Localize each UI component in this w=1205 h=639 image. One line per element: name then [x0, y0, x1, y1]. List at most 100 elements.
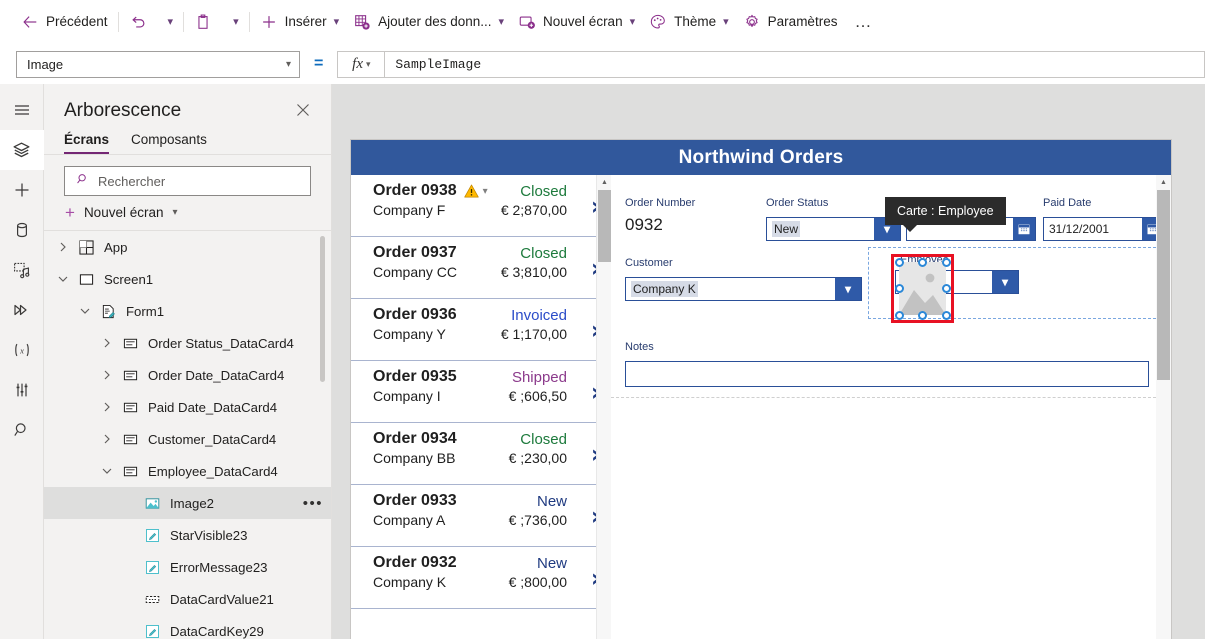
search-input[interactable]: Rechercher — [64, 166, 311, 196]
tree-node-more-button[interactable]: ••• — [303, 495, 323, 512]
advanced-tools-icon[interactable] — [0, 370, 44, 410]
hamburger-icon[interactable] — [0, 90, 44, 130]
app-title-bar: Northwind Orders — [351, 140, 1171, 175]
twisty-icon[interactable] — [96, 402, 118, 412]
twisty-icon[interactable] — [96, 338, 118, 348]
back-button[interactable]: Précédent — [14, 6, 115, 38]
customer-value: Company K — [631, 281, 698, 297]
gallery-row[interactable]: Order 0934ClosedCompany BB€ ;230,00› — [351, 423, 611, 485]
tree-node[interactable]: Customer_DataCard4 — [44, 423, 331, 455]
theme-button[interactable]: Thème ▾ — [642, 6, 736, 38]
order-id: Order 0934 — [373, 430, 457, 447]
gallery-row[interactable]: Order 0936InvoicedCompany Y€ 1;170,00› — [351, 299, 611, 361]
add-data-button[interactable]: Ajouter des donn... ▾ — [346, 6, 511, 38]
gallery-row[interactable]: Order 0937ClosedCompany CC€ 3;810,00› — [351, 237, 611, 299]
gallery-row-top: Order 0933 New — [373, 492, 599, 510]
company-name: Company BB — [373, 450, 456, 466]
scroll-up-icon[interactable]: ▲ — [1156, 175, 1171, 190]
media-icon[interactable] — [0, 250, 44, 290]
scroll-up-icon[interactable]: ▲ — [597, 175, 612, 190]
chevron-down-icon[interactable]: ▾ — [483, 186, 488, 197]
new-screen-button[interactable]: Nouvel écran ▾ — [511, 6, 642, 38]
tree-node[interactable]: Employee_DataCard4 — [44, 455, 331, 487]
twisty-icon[interactable] — [96, 434, 118, 444]
resize-handle-s[interactable] — [918, 311, 927, 320]
gallery-scroll-thumb[interactable] — [598, 190, 611, 262]
resize-handle-nw[interactable] — [895, 258, 904, 267]
tree-node[interactable]: DataCardKey29 — [44, 615, 331, 639]
notes-input[interactable] — [625, 361, 1149, 387]
left-icon-rail: x — [0, 84, 44, 639]
paid-date-field: Paid Date 31/12/2001 — [1043, 197, 1165, 241]
fx-button[interactable]: fx ▾ — [337, 50, 385, 78]
tree-node[interactable]: Order Date_DataCard4 — [44, 359, 331, 391]
gallery-row[interactable]: Order 0933NewCompany A€ ;736,00› — [351, 485, 611, 547]
overflow-menu-button[interactable]: … — [844, 12, 882, 32]
tree-node[interactable]: Paid Date_DataCard4 — [44, 391, 331, 423]
insert-button[interactable]: Insérer ▾ — [253, 6, 347, 38]
paste-dropdown[interactable]: ▾ — [219, 6, 246, 38]
variables-icon[interactable]: x — [0, 330, 44, 370]
gallery-row[interactable]: Order 0932NewCompany K€ ;800,00› — [351, 547, 611, 609]
customer-dropdown[interactable]: Company K ▾ — [625, 277, 862, 301]
gallery-row[interactable]: Order 0935ShippedCompany I€ ;606,50› — [351, 361, 611, 423]
tab-ecrans[interactable]: Écrans — [64, 132, 110, 154]
tree-node[interactable]: Screen1 — [44, 263, 331, 295]
tree-node[interactable]: App — [44, 231, 331, 263]
resize-handle-n[interactable] — [918, 258, 927, 267]
image2-placeholder[interactable] — [899, 262, 946, 315]
settings-button[interactable]: Paramètres — [736, 6, 845, 38]
tree-node[interactable]: StarVisible23 — [44, 519, 331, 551]
insert-plus-icon[interactable] — [0, 170, 44, 210]
twisty-icon[interactable] — [74, 307, 96, 315]
resize-handle-e[interactable] — [942, 284, 951, 293]
tree-node[interactable]: Order Status_DataCard4 — [44, 327, 331, 359]
tree-tabs: Écrans Composants — [44, 132, 331, 154]
undo-button[interactable] — [122, 6, 154, 38]
chevron-down-icon[interactable]: ▾ — [835, 278, 861, 300]
chevron-down-icon[interactable]: ▾ — [992, 271, 1018, 293]
form-scroll-thumb[interactable] — [1157, 190, 1170, 380]
calendar-icon[interactable] — [1013, 218, 1035, 240]
form-scrollbar[interactable]: ▲ ▼ — [1156, 175, 1171, 639]
resize-handle-se[interactable] — [942, 311, 951, 320]
customer-field: Customer Company K ▾ — [625, 257, 862, 301]
new-screen-tree-button[interactable]: + Nouvel écran ▾ — [44, 196, 331, 230]
close-icon[interactable] — [291, 101, 315, 122]
tree-node-selected[interactable]: Image2 ••• — [44, 487, 331, 519]
gallery-scrollbar[interactable]: ▲ ▼ — [596, 175, 611, 639]
twisty-icon[interactable] — [96, 467, 118, 475]
resize-handle-sw[interactable] — [895, 311, 904, 320]
image-icon — [140, 496, 164, 511]
data-icon[interactable] — [0, 210, 44, 250]
twisty-icon[interactable] — [96, 370, 118, 380]
tree-node[interactable]: ErrorMessage23 — [44, 551, 331, 583]
order-status-dropdown[interactable]: New ▾ — [766, 217, 901, 241]
gallery-row-top: Order 0932 New — [373, 554, 599, 572]
order-amount: € ;800,00 — [508, 574, 567, 590]
power-automate-icon[interactable] — [0, 290, 44, 330]
tree-node[interactable]: Form1 — [44, 295, 331, 327]
order-amount: € ;230,00 — [508, 450, 567, 466]
tab-composants[interactable]: Composants — [131, 132, 207, 154]
search-icon[interactable] — [0, 410, 44, 450]
formula-input[interactable]: SampleImage — [384, 50, 1205, 78]
twisty-icon[interactable] — [52, 242, 74, 252]
tree-node[interactable]: DataCardValue21 — [44, 583, 331, 615]
formula-bar: Image ▾ = fx ▾ SampleImage — [0, 44, 1205, 84]
resize-handle-w[interactable] — [895, 284, 904, 293]
undo-dropdown[interactable]: ▾ — [154, 6, 181, 38]
tree-scrollbar[interactable] — [320, 236, 325, 382]
order-number-field: Order Number 0932 — [625, 197, 725, 235]
resize-handle-ne[interactable] — [942, 258, 951, 267]
layers-icon[interactable] — [0, 130, 44, 170]
chevron-down-icon: ▾ — [167, 16, 174, 28]
gallery-row[interactable]: Order 0938▾ClosedCompany F€ 2;870,00› — [351, 175, 611, 237]
twisty-icon[interactable] — [52, 275, 74, 283]
paste-button[interactable] — [187, 6, 219, 38]
palette-icon — [649, 13, 667, 31]
property-select[interactable]: Image ▾ — [16, 50, 300, 78]
paid-date-input[interactable]: 31/12/2001 — [1043, 217, 1165, 241]
warning-icon[interactable]: ▾ — [463, 184, 488, 198]
equals-sign: = — [314, 55, 324, 72]
